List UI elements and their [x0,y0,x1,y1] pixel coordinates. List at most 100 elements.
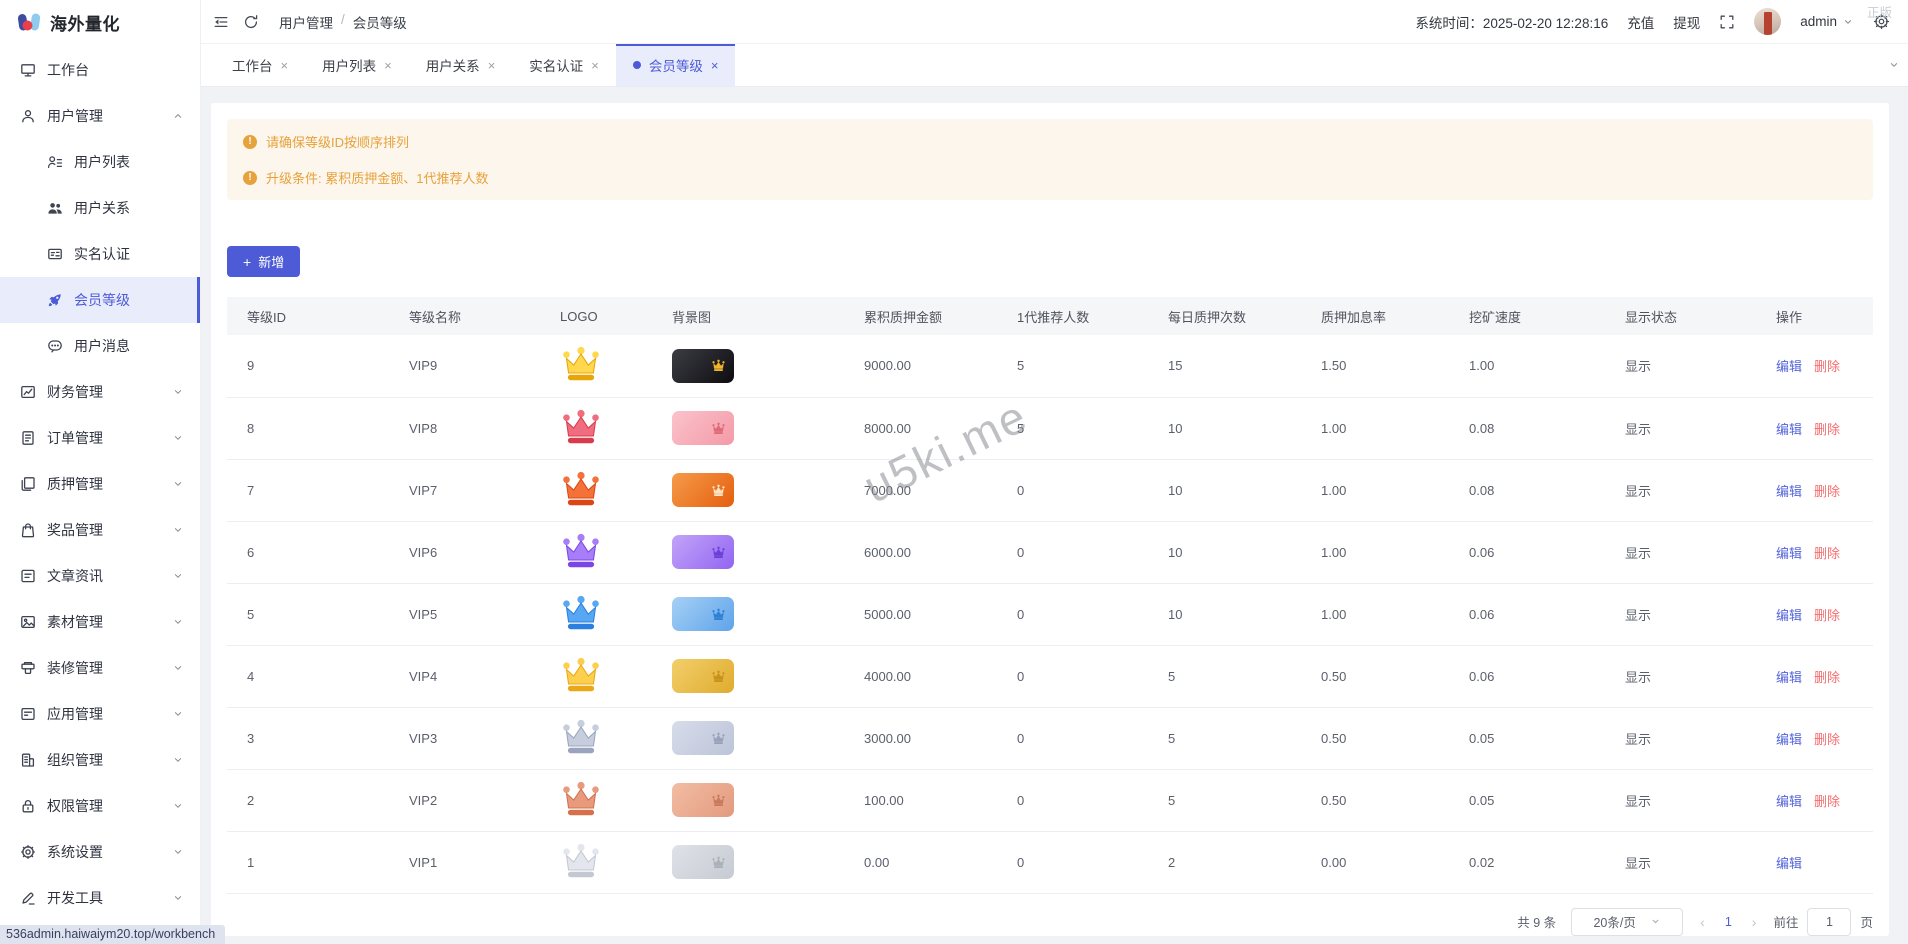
cell-gen1-referrals: 0 [997,769,1148,832]
message-icon [47,338,63,354]
sidebar-item-label: 奖品管理 [47,522,103,538]
sidebar-item-14[interactable]: 装修管理 [0,645,200,691]
close-icon[interactable]: × [711,58,719,73]
sidebar-item-label: 权限管理 [47,798,103,814]
sidebar-item-6[interactable]: 会员等级 [0,277,200,323]
edit-link[interactable]: 编辑 [1776,359,1802,374]
sidebar-item-13[interactable]: 素材管理 [0,599,200,645]
sidebar-item-12[interactable]: 文章资讯 [0,553,200,599]
delete-link[interactable]: 删除 [1814,422,1840,437]
sidebar-item-15[interactable]: 应用管理 [0,691,200,737]
app-icon [20,706,36,722]
sidebar-item-3[interactable]: 用户列表 [0,139,200,185]
close-icon[interactable]: × [281,58,289,73]
tab-list-chevron-icon[interactable] [1888,59,1900,71]
sidebar-item-label: 用户列表 [74,154,130,170]
background-card-image [672,411,734,445]
tab-2[interactable]: 用户列表 × [305,44,409,86]
edit-link[interactable]: 编辑 [1776,670,1802,685]
fullscreen-icon[interactable] [1719,14,1735,30]
edit-link[interactable]: 编辑 [1776,546,1802,561]
sidebar-item-9[interactable]: 订单管理 [0,415,200,461]
delete-link[interactable]: 删除 [1814,670,1840,685]
next-page-button[interactable]: › [1750,914,1759,930]
add-button[interactable]: + 新增 [227,246,301,277]
cell-logo [540,459,652,522]
delete-link[interactable]: 删除 [1814,546,1840,561]
close-icon[interactable]: × [384,58,392,73]
sidebar-item-17[interactable]: 权限管理 [0,783,200,829]
cell-level-name: VIP4 [389,645,540,708]
sidebar-item-label: 财务管理 [47,384,103,400]
cell-display-status: 显示 [1605,707,1756,770]
delete-link[interactable]: 删除 [1814,484,1840,499]
cell-actions: 编辑 [1756,831,1873,894]
close-icon[interactable]: × [488,58,496,73]
sidebar-item-11[interactable]: 奖品管理 [0,507,200,553]
edit-link[interactable]: 编辑 [1776,856,1802,871]
tab-label: 用户列表 [322,59,377,74]
cell-level-id: 3 [227,707,389,770]
goto-page: 前往 页 [1773,907,1873,936]
column-header: 质押加息率 [1301,297,1449,335]
edit-link[interactable]: 编辑 [1776,794,1802,809]
page-number-1[interactable]: 1 [1722,915,1735,929]
cell-gen1-referrals: 5 [997,397,1148,460]
delete-link[interactable]: 删除 [1814,732,1840,747]
cell-interest-rate: 1.00 [1301,459,1449,522]
sidebar-item-4[interactable]: 用户关系 [0,185,200,231]
breadcrumb-parent[interactable]: 用户管理 [279,12,333,32]
delete-link[interactable]: 删除 [1814,359,1840,374]
sidebar-item-2[interactable]: 用户管理 [0,93,200,139]
cell-daily-pledge-count: 5 [1148,645,1301,708]
sidebar-item-label: 工作台 [47,62,89,78]
recharge-link[interactable]: 充值 [1627,12,1654,32]
tab-1[interactable]: 工作台 × [215,44,305,86]
close-icon[interactable]: × [591,58,599,73]
delete-link[interactable]: 删除 [1814,794,1840,809]
cell-mining-speed: 0.06 [1449,645,1605,708]
cell-logo [540,831,652,894]
sidebar-item-5[interactable]: 实名认证 [0,231,200,277]
cell-amount: 4000.00 [844,645,997,708]
warning-alert: ! 请确保等级ID按顺序排列 ! 升级条件: 累积质押金额、1代推荐人数 [227,119,1873,200]
delete-link[interactable]: 删除 [1814,608,1840,623]
prev-page-button[interactable]: ‹ [1698,914,1707,930]
sidebar-item-8[interactable]: 财务管理 [0,369,200,415]
tab-3[interactable]: 用户关系 × [409,44,513,86]
cell-interest-rate: 1.00 [1301,397,1449,460]
sidebar-item-1[interactable]: 工作台 [0,47,200,93]
sidebar-item-18[interactable]: 系统设置 [0,829,200,875]
edit-link[interactable]: 编辑 [1776,484,1802,499]
material-icon [20,614,36,630]
breadcrumb-separator: / [341,11,345,27]
background-card-image [672,348,734,383]
page-size-select[interactable]: 20条/页 [1571,907,1684,936]
refresh-icon[interactable] [243,14,259,30]
sidebar-item-label: 用户关系 [74,200,130,216]
goto-page-input[interactable] [1807,907,1852,936]
edit-link[interactable]: 编辑 [1776,422,1802,437]
edit-link[interactable]: 编辑 [1776,608,1802,623]
cell-mining-speed: 0.05 [1449,707,1605,770]
cell-amount: 5000.00 [844,583,997,646]
collapse-sidebar-icon[interactable] [213,14,229,30]
tab-5[interactable]: 会员等级 × [615,44,736,86]
cell-level-name: VIP9 [389,335,540,398]
user-menu[interactable]: admin [1800,14,1854,29]
rocket-icon [47,292,63,308]
cell-logo [540,769,652,832]
withdraw-link[interactable]: 提现 [1673,12,1700,32]
avatar[interactable] [1754,8,1782,35]
user-group-icon [47,200,63,216]
cell-display-status: 显示 [1605,831,1756,894]
cell-logo [540,397,652,460]
tab-4[interactable]: 实名认证 × [512,44,616,86]
sidebar-item-10[interactable]: 质押管理 [0,461,200,507]
chevron-down-icon [172,662,184,674]
sidebar-item-7[interactable]: 用户消息 [0,323,200,369]
sidebar-item-16[interactable]: 组织管理 [0,737,200,783]
breadcrumb-current: 会员等级 [352,15,407,31]
edit-link[interactable]: 编辑 [1776,732,1802,747]
sidebar-item-19[interactable]: 开发工具 [0,875,200,921]
